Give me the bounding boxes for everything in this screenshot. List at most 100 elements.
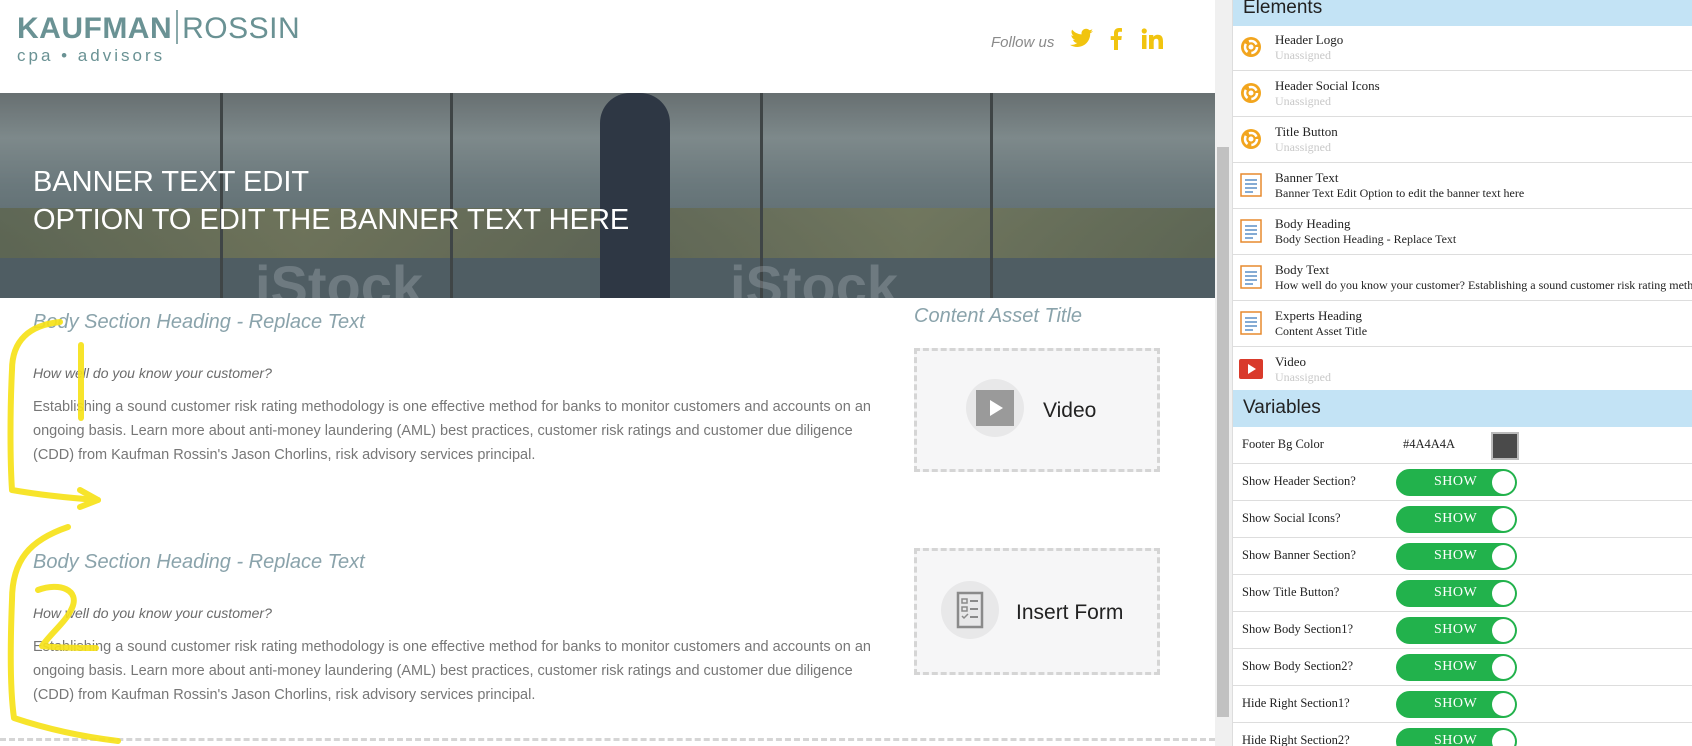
element-value: How well do you know your customer? Esta… <box>1275 278 1692 292</box>
variable-row: Hide Right Section1? SHOW <box>1233 686 1692 723</box>
element-row[interactable]: Experts Heading Content Asset Title <box>1233 302 1692 347</box>
section-divider <box>0 738 1215 741</box>
video-play-icon <box>976 390 1014 426</box>
variable-name: Hide Right Section1? <box>1242 696 1350 710</box>
toggle-knob <box>1492 619 1515 642</box>
variable-row: Show Title Button? SHOW <box>1233 575 1692 612</box>
annotation-arrow-1 <box>77 487 101 510</box>
show-toggle[interactable]: SHOW <box>1396 617 1517 644</box>
show-toggle[interactable]: SHOW <box>1396 506 1517 533</box>
element-name: Body Heading <box>1275 216 1351 231</box>
show-toggle[interactable]: SHOW <box>1396 580 1517 607</box>
asset-icon <box>1239 81 1263 105</box>
show-toggle[interactable]: SHOW <box>1396 728 1517 746</box>
asset-icon <box>1239 35 1263 59</box>
element-value: Banner Text Edit Option to edit the bann… <box>1275 186 1525 200</box>
form-icon <box>956 591 984 629</box>
element-row[interactable]: Banner Text Banner Text Edit Option to ed… <box>1233 164 1692 209</box>
video-icon-circle <box>966 379 1024 437</box>
toggle-label: SHOW <box>1434 511 1478 526</box>
toggle-label: SHOW <box>1434 585 1478 600</box>
element-row[interactable]: Header Social Icons Unassigned <box>1233 72 1692 117</box>
element-name: Header Logo <box>1275 32 1344 47</box>
preview-header: KAUFMAN ROSSIN cpa • advisors Follow us <box>0 0 1215 93</box>
toggle-label: SHOW <box>1434 659 1478 674</box>
body-section-1-question[interactable]: How well do you know your customer? <box>33 365 272 381</box>
toggle-label: SHOW <box>1434 474 1478 489</box>
variable-name: Show Banner Section? <box>1242 548 1356 562</box>
element-row[interactable]: Body Heading Body Section Heading - Repla… <box>1233 210 1692 255</box>
toggle-knob <box>1492 508 1515 531</box>
logo-tagline: cpa • advisors <box>17 46 166 65</box>
video-placeholder[interactable]: Video <box>914 348 1160 472</box>
preview-scrollbar-thumb[interactable] <box>1217 147 1229 717</box>
toggle-label: SHOW <box>1434 622 1478 637</box>
element-name: Banner Text <box>1275 170 1339 185</box>
variables-section-header[interactable]: Variables <box>1233 390 1692 427</box>
variable-name: Show Social Icons? <box>1242 511 1341 525</box>
asset-icon <box>1239 127 1263 151</box>
toggle-knob <box>1492 730 1515 746</box>
toggle-knob <box>1492 582 1515 605</box>
variable-name: Hide Right Section2? <box>1242 733 1350 746</box>
company-logo[interactable]: KAUFMAN ROSSIN <box>17 10 300 46</box>
text-doc-icon <box>1239 311 1263 335</box>
element-row[interactable]: Video Unassigned <box>1233 348 1692 393</box>
variable-name: Show Title Button? <box>1242 585 1340 599</box>
toggle-knob <box>1492 656 1515 679</box>
show-toggle[interactable]: SHOW <box>1396 543 1517 570</box>
element-name: Title Button <box>1275 124 1338 139</box>
body-section-2-paragraph[interactable]: Establishing a sound customer risk ratin… <box>33 635 883 707</box>
show-toggle[interactable]: SHOW <box>1396 691 1517 718</box>
element-row[interactable]: Header Logo Unassigned <box>1233 26 1692 71</box>
body-section-2-heading[interactable]: Body Section Heading - Replace Text <box>33 551 365 574</box>
variable-name: Show Header Section? <box>1242 474 1356 488</box>
element-value: Body Section Heading - Replace Text <box>1275 232 1457 246</box>
banner-text[interactable]: BANNER TEXT EDIT OPTION TO EDIT THE BANN… <box>33 163 629 239</box>
form-placeholder[interactable]: Insert Form <box>914 548 1160 675</box>
text-doc-icon <box>1239 219 1263 243</box>
color-swatch[interactable] <box>1491 432 1519 460</box>
toggle-label: SHOW <box>1434 733 1478 746</box>
banner-line-2: OPTION TO EDIT THE BANNER TEXT HERE <box>33 204 630 236</box>
toggle-knob <box>1492 693 1515 716</box>
variable-row: Show Banner Section? SHOW <box>1233 538 1692 575</box>
text-doc-icon <box>1239 173 1263 197</box>
element-value: Content Asset Title <box>1275 324 1368 338</box>
element-name: Video <box>1275 354 1306 369</box>
toggle-label: SHOW <box>1434 548 1478 563</box>
toggle-knob <box>1492 545 1515 568</box>
variable-name: Show Body Section2? <box>1242 659 1354 673</box>
element-value: Unassigned <box>1275 48 1331 62</box>
variable-row: Hide Right Section2? SHOW <box>1233 723 1692 746</box>
banner-section[interactable]: iStock iStock BANNER TEXT EDIT OPTION TO… <box>0 93 1215 298</box>
show-toggle[interactable]: SHOW <box>1396 469 1517 496</box>
element-row[interactable]: Body Text How well do you know your custo… <box>1233 256 1692 301</box>
email-preview: KAUFMAN ROSSIN cpa • advisors Follow us i… <box>0 0 1215 746</box>
form-label: Insert Form <box>1016 601 1124 624</box>
banner-line-1: BANNER TEXT EDIT <box>33 166 310 198</box>
properties-panel: Elements Header Logo Unassigned Header Soc… <box>1232 0 1692 746</box>
variable-name: Show Body Section1? <box>1242 622 1354 636</box>
facebook-icon[interactable] <box>1108 28 1124 50</box>
twitter-icon[interactable] <box>1070 28 1094 50</box>
body-section-1-paragraph[interactable]: Establishing a sound customer risk ratin… <box>33 395 883 467</box>
preview-scrollbar[interactable] <box>1215 0 1232 746</box>
element-row[interactable]: Title Button Unassigned <box>1233 118 1692 163</box>
show-toggle[interactable]: SHOW <box>1396 654 1517 681</box>
body-section-1-heading[interactable]: Body Section Heading - Replace Text <box>33 311 365 334</box>
element-value: Unassigned <box>1275 94 1331 108</box>
text-doc-icon <box>1239 265 1263 289</box>
logo-part1: KAUFMAN <box>17 12 173 45</box>
element-name: Header Social Icons <box>1275 78 1380 93</box>
logo-separator <box>176 10 179 44</box>
body-section-2-question[interactable]: How well do you know your customer? <box>33 605 272 621</box>
toggle-knob <box>1492 471 1515 494</box>
content-asset-title[interactable]: Content Asset Title <box>914 305 1082 328</box>
color-value-field[interactable]: #4A4A4A <box>1403 437 1455 452</box>
elements-section-header[interactable]: Elements <box>1233 0 1692 26</box>
video-label: Video <box>1043 399 1097 422</box>
linkedin-icon[interactable] <box>1141 28 1163 50</box>
variable-name: Footer Bg Color <box>1242 437 1324 451</box>
variable-row: Show Social Icons? SHOW <box>1233 501 1692 538</box>
